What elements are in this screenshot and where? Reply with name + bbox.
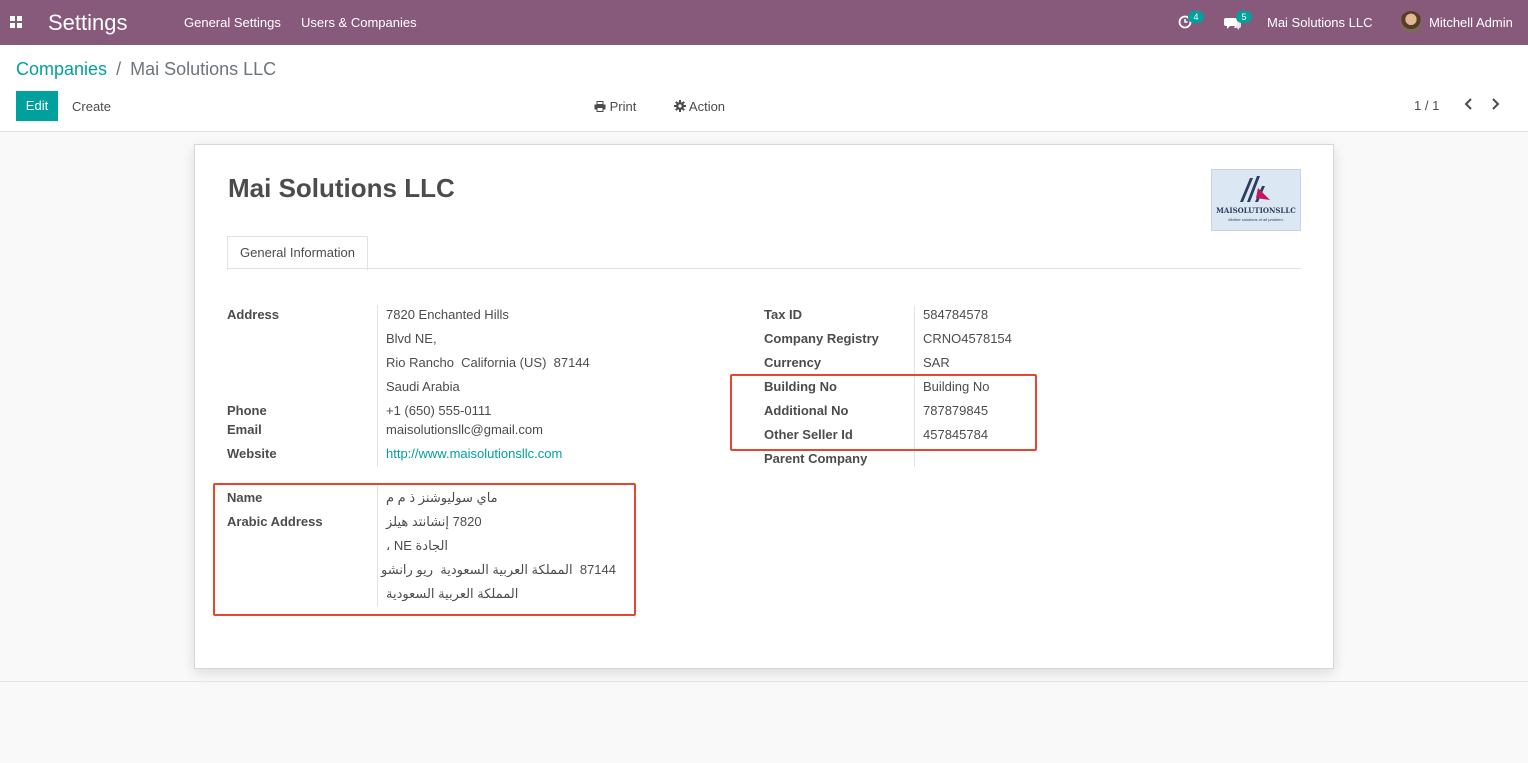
tax-id-value: 584784578 [923, 307, 989, 322]
tax-id-label: Tax ID [764, 307, 803, 322]
breadcrumb-current: Mai Solutions LLC [130, 59, 277, 79]
user-avatar[interactable] [1400, 11, 1422, 33]
arabic-fields-highlight [213, 483, 636, 616]
phone-value[interactable]: +1 (650) 555-0111 [386, 403, 491, 418]
email-label: Email [227, 422, 262, 437]
print-icon [594, 101, 606, 112]
tab-general-information[interactable]: General Information [227, 236, 368, 271]
address-line-3: Rio Rancho California (US) 87144 [386, 355, 590, 370]
company-registry-label: Company Registry [764, 331, 879, 346]
apps-menu-icon[interactable] [10, 16, 23, 29]
breadcrumb: Companies / Mai Solutions LLC [16, 59, 276, 80]
top-navbar: Settings General Settings Users & Compan… [0, 0, 1528, 45]
breadcrumb-separator: / [116, 59, 122, 79]
action-label: Action [688, 99, 726, 114]
user-menu[interactable]: Mitchell Admin [1429, 15, 1513, 30]
address-line-4: Saudi Arabia [386, 379, 460, 394]
logo-mark-icon [1240, 176, 1270, 202]
currency-value[interactable]: SAR [923, 355, 950, 370]
field-separator [377, 305, 378, 467]
page-divider [0, 681, 1528, 682]
email-value[interactable]: maisolutionsllc@gmail.com [386, 422, 543, 437]
address-label: Address [227, 307, 280, 322]
breadcrumb-companies-link[interactable]: Companies [16, 59, 107, 79]
print-button[interactable]: Print [594, 99, 636, 114]
logo-text: MAISOLUTIONSLLC [1216, 206, 1296, 215]
parent-company-label: Parent Company [764, 451, 868, 466]
chevron-left-icon [1464, 98, 1472, 110]
pager-next-button[interactable] [1491, 97, 1501, 114]
website-label: Website [227, 446, 277, 461]
activity-button[interactable]: 4 [1178, 11, 1204, 35]
app-title: Settings [48, 10, 128, 35]
currency-label: Currency [764, 355, 822, 370]
activity-count-badge: 4 [1188, 11, 1204, 23]
saudi-fields-highlight [730, 374, 1037, 451]
control-panel: Companies / Mai Solutions LLC Edit Creat… [0, 45, 1528, 132]
edit-button[interactable]: Edit [16, 91, 58, 121]
tab-divider [228, 268, 1301, 269]
address-line-1: 7820 Enchanted Hills [386, 307, 509, 322]
action-button[interactable]: Action [674, 99, 725, 114]
pager-previous-button[interactable] [1463, 97, 1473, 114]
menu-users-companies[interactable]: Users & Companies [301, 15, 417, 30]
menu-general-settings[interactable]: General Settings [184, 15, 281, 30]
print-label: Print [609, 99, 637, 114]
messages-count-badge: 5 [1236, 11, 1252, 23]
company-registry-value: CRNO4578154 [923, 331, 1012, 346]
logo-tagline: Mother solutions of all problem. [1228, 217, 1284, 222]
pager-value[interactable]: 1 / 1 [1414, 98, 1439, 113]
phone-label: Phone [227, 403, 267, 418]
company-switcher[interactable]: Mai Solutions LLC [1267, 15, 1373, 30]
company-logo[interactable]: MAISOLUTIONSLLC Mother solutions of all … [1211, 169, 1301, 231]
form-sheet: Mai Solutions LLC MAISOLUTIONSLLC Mother… [194, 144, 1334, 669]
website-link[interactable]: http://www.maisolutionsllc.com [386, 446, 562, 461]
create-button[interactable]: Create [72, 99, 111, 114]
chevron-right-icon [1492, 98, 1500, 110]
messaging-button[interactable]: 5 [1224, 11, 1252, 35]
gear-icon [674, 100, 686, 112]
address-line-2: Blvd NE, [386, 331, 437, 346]
company-name-title: Mai Solutions LLC [228, 173, 455, 203]
